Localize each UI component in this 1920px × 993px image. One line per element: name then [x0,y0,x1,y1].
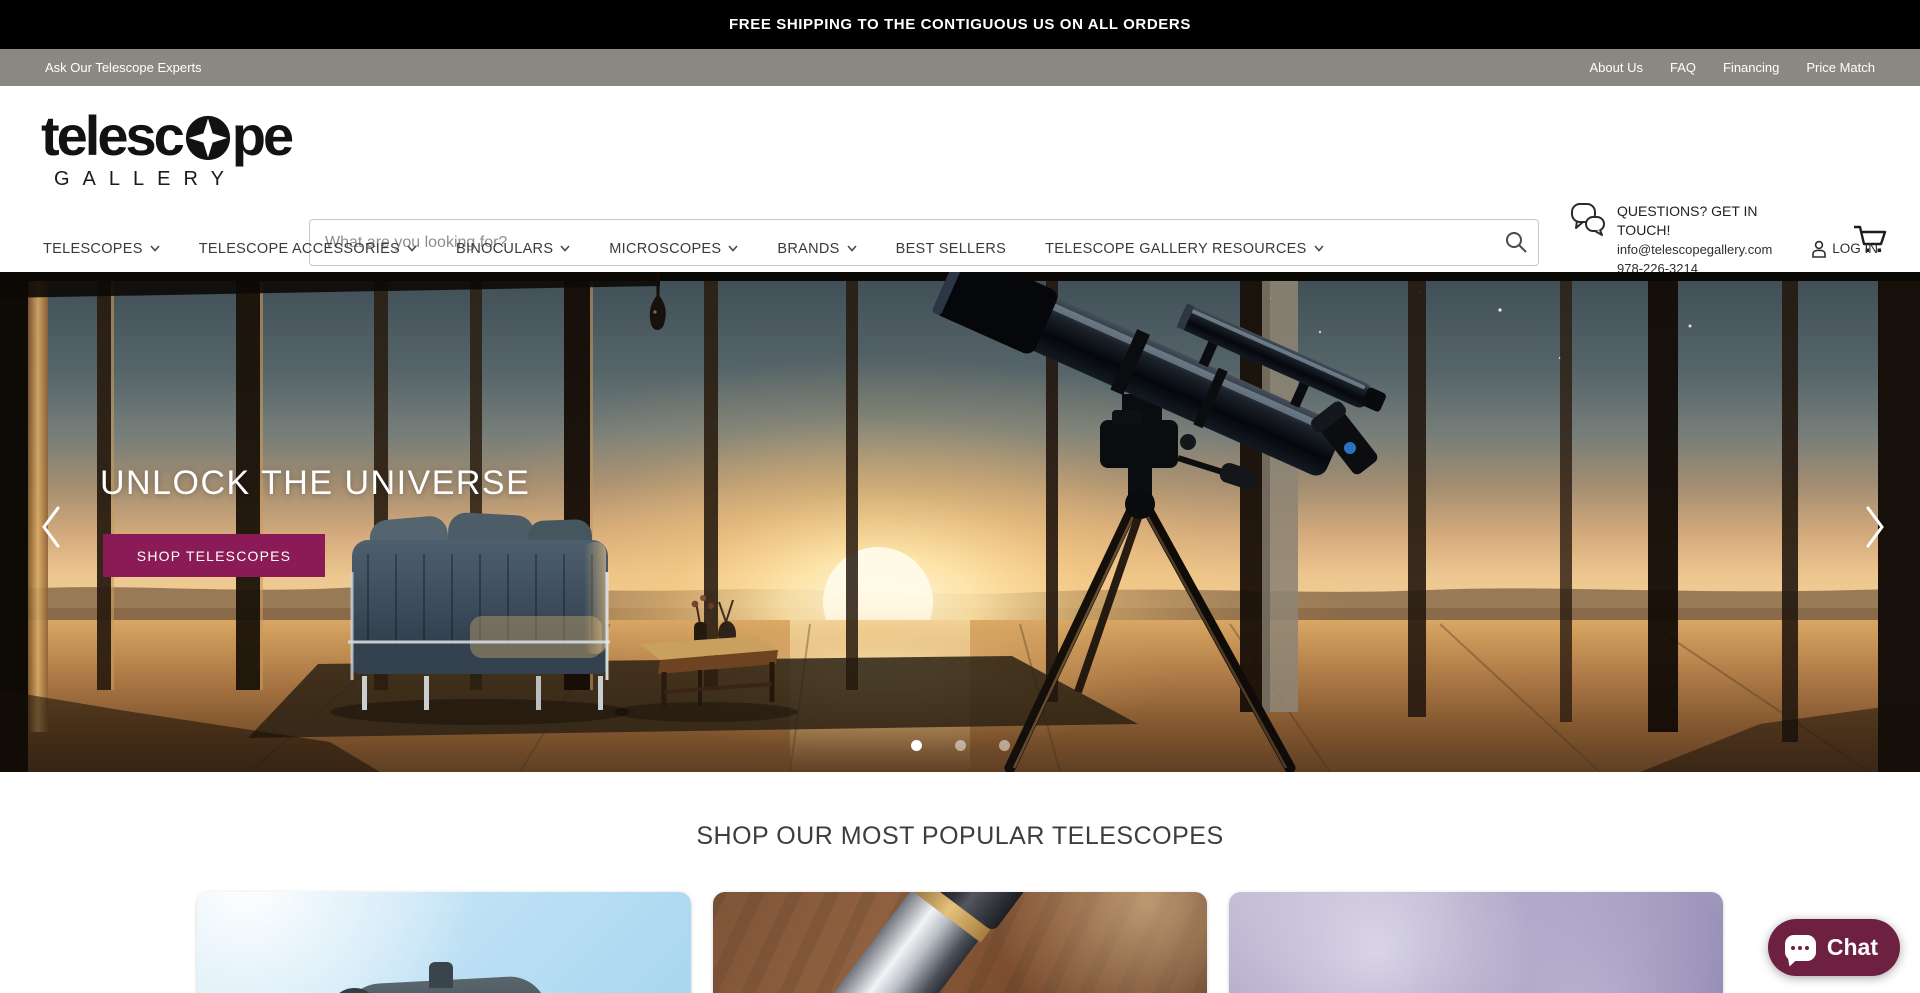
nav-item-label: TELESCOPES [43,241,143,257]
logo-subtitle: GALLERY [54,168,291,191]
announcement-bar: FREE SHIPPING TO THE CONTIGUOUS US ON AL… [0,0,1920,49]
hero-image [0,272,1920,772]
chevron-down-icon [1314,245,1324,252]
nav-item-binoculars[interactable]: BINOCULARS [456,241,570,257]
utility-link-about-us[interactable]: About Us [1589,60,1642,75]
carousel-dot-1[interactable] [911,740,922,751]
nav-item-resources[interactable]: TELESCOPE GALLERY RESOURCES [1045,241,1323,257]
header: telesc pe GALLERY QUESTIONS? GET IN TOUC… [0,86,1920,225]
nav-item-label: BINOCULARS [456,241,553,257]
hero-headline: UNLOCK THE UNIVERSE [100,464,530,503]
nav-item-best-sellers[interactable]: BEST SELLERS [896,241,1007,257]
chat-widget-button[interactable]: Chat [1768,919,1900,976]
nav-item-label: BRANDS [777,241,839,257]
utility-links: About Us FAQ Financing Price Match [1589,60,1875,75]
hero-carousel: UNLOCK THE UNIVERSE SHOP TELESCOPES [0,272,1920,772]
ask-experts-link[interactable]: Ask Our Telescope Experts [45,60,202,75]
utility-link-faq[interactable]: FAQ [1670,60,1696,75]
logo[interactable]: telesc pe GALLERY [41,108,291,191]
logo-text-end: pe [232,108,291,164]
chevron-right-icon [1862,504,1888,550]
nav-item-label: BEST SELLERS [896,241,1007,257]
nav-item-telescope-accessories[interactable]: TELESCOPE ACCESSORIES [199,241,417,257]
chevron-down-icon [560,245,570,252]
carousel-dots [0,740,1920,751]
nav-item-label: TELESCOPE GALLERY RESOURCES [1045,241,1306,257]
announcement-text: FREE SHIPPING TO THE CONTIGUOUS US ON AL… [729,16,1191,33]
chevron-down-icon [407,245,417,252]
chevron-down-icon [150,245,160,252]
popular-section: SHOP OUR MOST POPULAR TELESCOPES [0,772,1920,993]
main-nav: TELESCOPES TELESCOPE ACCESSORIES BINOCUL… [0,225,1920,272]
chat-bubble-icon [1785,935,1816,961]
logo-wordmark: telesc pe [41,108,291,164]
silver-telescope-art [777,892,1027,993]
nav-item-label: TELESCOPE ACCESSORIES [199,241,400,257]
nav-item-telescopes[interactable]: TELESCOPES [43,241,160,257]
product-card-telescope-purple[interactable] [1229,892,1723,993]
product-card-telescope-wood[interactable] [713,892,1207,993]
binoculars-knob-art [429,962,453,988]
chevron-down-icon [847,245,857,252]
person-icon [1811,240,1827,258]
logo-text-start: telesc [41,108,182,164]
shop-telescopes-button[interactable]: SHOP TELESCOPES [103,534,325,577]
login-label: LOG IN [1832,241,1878,256]
utility-link-price-match[interactable]: Price Match [1806,60,1875,75]
popular-section-title: SHOP OUR MOST POPULAR TELESCOPES [0,772,1920,851]
utility-link-financing[interactable]: Financing [1723,60,1779,75]
nav-item-label: MICROSCOPES [609,241,721,257]
nav-item-brands[interactable]: BRANDS [777,241,856,257]
chevron-left-icon [38,504,64,550]
login-button[interactable]: LOG IN [1811,240,1878,258]
chevron-down-icon [728,245,738,252]
carousel-dot-2[interactable] [955,740,966,751]
carousel-prev-button[interactable] [34,500,68,557]
utility-bar: Ask Our Telescope Experts About Us FAQ F… [0,49,1920,86]
nav-item-microscopes[interactable]: MICROSCOPES [609,241,738,257]
carousel-dot-3[interactable] [999,740,1010,751]
carousel-next-button[interactable] [1858,500,1892,557]
logo-star-icon [185,115,231,161]
product-cards [0,892,1920,993]
chat-label: Chat [1827,934,1878,961]
product-card-binoculars-sky[interactable] [197,892,691,993]
